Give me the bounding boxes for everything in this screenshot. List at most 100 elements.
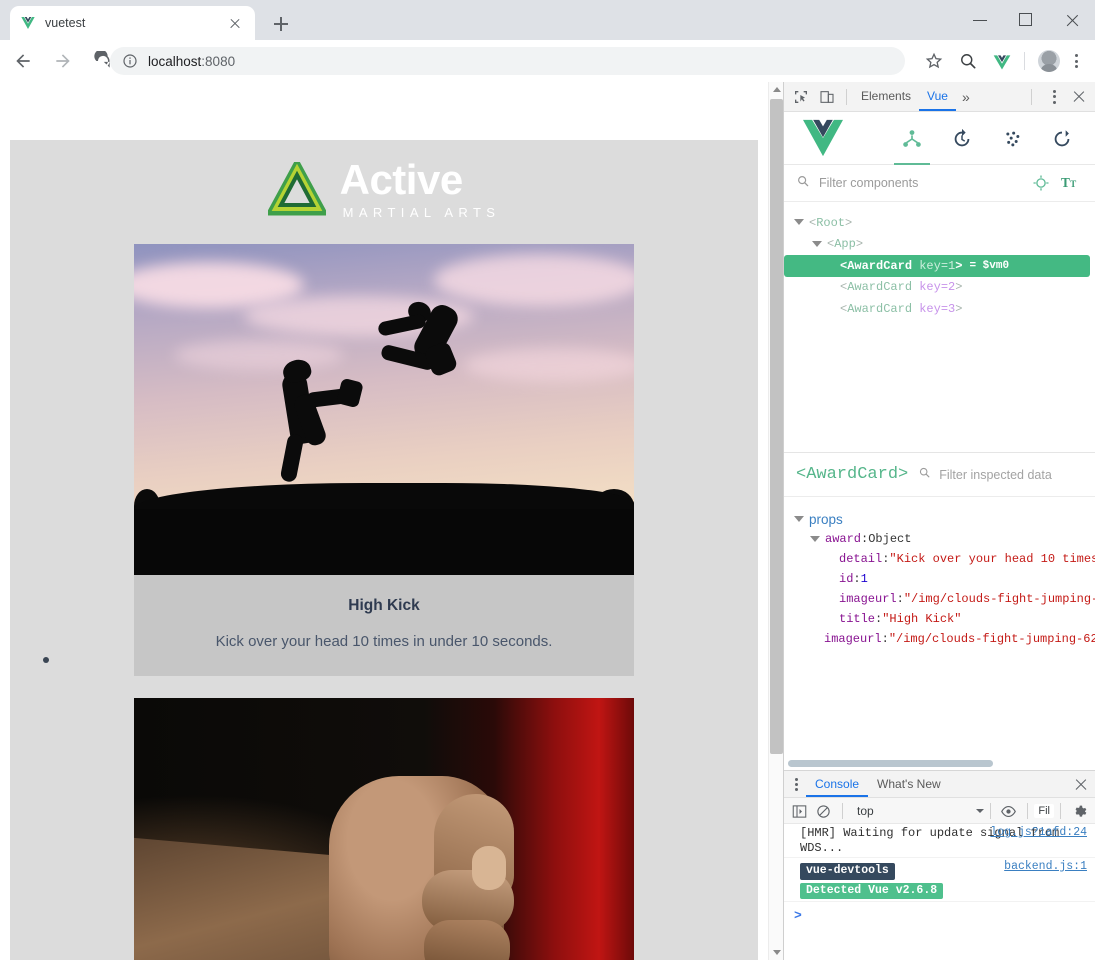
- vuex-dots-icon[interactable]: [987, 112, 1037, 165]
- filter-components-input[interactable]: Filter components: [819, 176, 1023, 190]
- console-message: vue-devtools backend.js:1 Detected Vue v…: [784, 858, 1095, 902]
- target-select-icon[interactable]: [1029, 171, 1053, 195]
- new-tab-button[interactable]: [268, 11, 294, 37]
- page-container: Active MARTIAL ARTS High Kick Kick over …: [10, 140, 758, 960]
- more-tabs-icon[interactable]: »: [956, 89, 976, 105]
- device-toolbar-icon[interactable]: [814, 84, 840, 110]
- prop-key: award: [825, 532, 862, 546]
- award-card-detail: Kick over your head 10 times in under 10…: [215, 633, 553, 650]
- list-bullet: [43, 657, 49, 663]
- prop-row-award[interactable]: award: Object: [784, 529, 1095, 549]
- console-filter-input[interactable]: Fil: [1034, 803, 1054, 818]
- inspect-element-icon[interactable]: [788, 84, 814, 110]
- page-viewport: Active MARTIAL ARTS High Kick Kick over …: [0, 82, 783, 960]
- text-size-icon[interactable]: TT: [1059, 171, 1083, 195]
- avatar[interactable]: [1038, 50, 1060, 72]
- time-travel-history-icon[interactable]: [937, 112, 987, 165]
- close-icon[interactable]: [1069, 772, 1093, 796]
- prop-row-imageurl: imageurl: "/img/clouds-fight-jumping-62: [784, 589, 1095, 609]
- whats-new-tab[interactable]: What's New: [868, 771, 950, 797]
- console-context-selector[interactable]: top: [857, 804, 874, 818]
- maximize-icon[interactable]: [1003, 0, 1049, 40]
- devtools-tab-elements[interactable]: Elements: [853, 82, 919, 111]
- devtools-tab-vue[interactable]: Vue: [919, 82, 956, 111]
- tree-node-awardcard-3[interactable]: <AwardCard key=3>: [784, 298, 1095, 320]
- vue-devtools-badge: vue-devtools: [800, 863, 895, 880]
- chevron-down-icon[interactable]: [794, 218, 804, 228]
- award-card-title: High Kick: [348, 597, 420, 614]
- arrow-right-icon[interactable]: [46, 44, 80, 78]
- filter-inspected-data-input[interactable]: Filter inspected data: [939, 468, 1052, 482]
- logo-title: Active: [339, 156, 464, 204]
- svg-text:T: T: [1061, 175, 1070, 190]
- kick-silhouette-photo: [134, 244, 634, 575]
- address-bar[interactable]: localhost:8080: [110, 47, 905, 75]
- vue-logo-icon: [800, 118, 846, 158]
- console-prompt[interactable]: >: [784, 902, 1095, 928]
- chevron-down-icon[interactable]: [810, 534, 820, 544]
- star-icon[interactable]: [919, 46, 949, 76]
- award-card[interactable]: [134, 698, 634, 960]
- tree-node-awardcard-2[interactable]: <AwardCard key=2>: [784, 277, 1095, 299]
- detected-vue-badge: Detected Vue v2.6.8: [800, 882, 944, 899]
- props-section-header[interactable]: props: [784, 509, 1095, 529]
- props-label: props: [809, 511, 843, 527]
- console-log: [HMR] Waiting for update signal from WDS…: [784, 824, 1095, 960]
- kebab-menu-icon[interactable]: [1041, 85, 1067, 109]
- console-message: [HMR] Waiting for update signal from WDS…: [784, 824, 1095, 858]
- prop-key: id: [839, 572, 854, 586]
- prop-key: imageurl: [839, 592, 897, 606]
- page-scrollbar[interactable]: [768, 82, 783, 960]
- console-sidebar-icon[interactable]: [788, 800, 812, 822]
- tree-node-label: <AwardCard key=2>: [840, 280, 963, 295]
- clear-console-icon[interactable]: [812, 800, 836, 822]
- fist-photo: [134, 698, 634, 960]
- chevron-down-icon[interactable]: [976, 808, 985, 813]
- tree-node-app[interactable]: <App>: [784, 234, 1095, 256]
- close-icon[interactable]: [1067, 85, 1091, 109]
- scroll-up-icon[interactable]: [769, 82, 783, 97]
- kebab-menu-icon[interactable]: [786, 772, 806, 796]
- kebab-menu-icon[interactable]: [1063, 46, 1089, 76]
- browser-window: vuetest localhost:8080 Active MARTIAL AR…: [0, 0, 1095, 960]
- console-message-source[interactable]: log.js?1afd:24: [990, 826, 1087, 841]
- tab-title: vuetest: [45, 16, 86, 30]
- tree-node-root[interactable]: <Root>: [784, 212, 1095, 234]
- scroll-down-icon[interactable]: [769, 945, 783, 960]
- close-icon[interactable]: [225, 13, 245, 33]
- browser-tab[interactable]: vuetest: [10, 6, 255, 40]
- prop-key: imageurl: [824, 632, 882, 646]
- toolbar-divider: [1024, 52, 1025, 70]
- url-port: :8080: [201, 53, 236, 69]
- search-icon[interactable]: [953, 46, 983, 76]
- close-icon[interactable]: [1049, 0, 1095, 40]
- tree-node-awardcard-1[interactable]: <AwardCard key=1> = $vm0: [784, 255, 1090, 277]
- minimize-icon[interactable]: [957, 0, 1003, 40]
- prop-key: detail: [839, 552, 883, 566]
- chevron-down-icon[interactable]: [812, 239, 822, 249]
- vue-devtools-tabs: [887, 112, 1087, 165]
- components-tree-icon[interactable]: [887, 112, 937, 165]
- toolbar-actions: [915, 44, 1089, 78]
- award-card-body: High Kick Kick over your head 10 times i…: [134, 575, 634, 676]
- award-card-list: High Kick Kick over your head 10 times i…: [10, 244, 758, 960]
- url-host: localhost: [148, 53, 202, 69]
- inspected-component-name: <AwardCard>: [796, 465, 909, 484]
- vue-extension-icon[interactable]: [987, 46, 1017, 76]
- prop-sep: :: [896, 592, 904, 606]
- console-tab[interactable]: Console: [806, 771, 869, 797]
- site-logo: Active MARTIAL ARTS: [10, 140, 758, 224]
- prop-key: title: [839, 612, 876, 626]
- devtools-tabbar: Elements Vue »: [784, 82, 1095, 112]
- gear-icon[interactable]: [1067, 800, 1091, 822]
- prop-value: "/img/clouds-fight-jumping-62: [903, 592, 1095, 606]
- live-expression-icon[interactable]: [997, 800, 1021, 822]
- chevron-down-icon[interactable]: [794, 514, 804, 524]
- inspector-horizontal-scrollbar[interactable]: [788, 760, 993, 767]
- arrow-left-icon[interactable]: [6, 44, 40, 78]
- refresh-icon[interactable]: [1037, 112, 1087, 165]
- console-message-source[interactable]: backend.js:1: [1004, 860, 1087, 875]
- scrollbar-thumb[interactable]: [770, 99, 783, 754]
- component-tree: <Root> <App> <AwardCard key=1> = $vm0 <A…: [784, 202, 1095, 452]
- award-card[interactable]: High Kick Kick over your head 10 times i…: [134, 244, 634, 676]
